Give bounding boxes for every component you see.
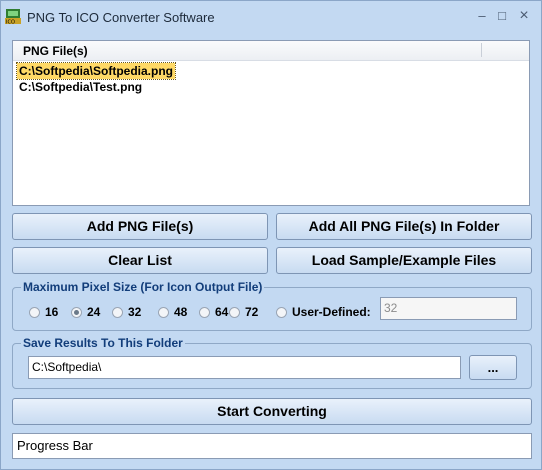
- save-folder-title: Save Results To This Folder: [21, 336, 185, 350]
- column-header-png-files[interactable]: PNG File(s): [23, 44, 88, 58]
- max-pixel-size-title: Maximum Pixel Size (For Icon Output File…: [21, 280, 265, 294]
- save-folder-input[interactable]: C:\Softpedia\: [28, 356, 461, 379]
- radio-label: User-Defined:: [292, 305, 371, 319]
- clear-list-button[interactable]: Clear List: [12, 247, 268, 274]
- add-all-png-in-folder-button[interactable]: Add All PNG File(s) In Folder: [276, 213, 532, 240]
- radio-icon[interactable]: [276, 306, 287, 318]
- radio-icon[interactable]: [29, 306, 40, 318]
- column-separator[interactable]: [481, 43, 482, 57]
- radio-icon[interactable]: [199, 306, 210, 318]
- radio-user-defined[interactable]: User-Defined:: [276, 305, 371, 319]
- radio-size-16[interactable]: 16: [29, 305, 58, 319]
- radio-size-32[interactable]: 32: [112, 305, 141, 319]
- radio-label: 64: [215, 305, 229, 319]
- start-converting-button[interactable]: Start Converting: [12, 398, 532, 425]
- png-file-list[interactable]: PNG File(s) C:\Softpedia\Softpedia.png C…: [12, 40, 530, 206]
- radio-icon[interactable]: [158, 306, 169, 318]
- radio-label: 32: [128, 305, 142, 319]
- svg-text:ICO: ICO: [6, 20, 15, 26]
- progress-bar: Progress Bar: [12, 433, 532, 459]
- window-title: PNG To ICO Converter Software: [27, 10, 215, 25]
- radio-size-64[interactable]: 64: [199, 305, 228, 319]
- browse-folder-button[interactable]: ...: [469, 355, 517, 380]
- load-sample-files-button[interactable]: Load Sample/Example Files: [276, 247, 532, 274]
- radio-label: 72: [245, 305, 259, 319]
- minimize-button[interactable]: –: [473, 7, 491, 25]
- max-pixel-size-group: Maximum Pixel Size (For Icon Output File…: [12, 280, 532, 331]
- radio-label: 16: [45, 305, 59, 319]
- radio-size-72[interactable]: 72: [229, 305, 258, 319]
- maximize-button[interactable]: □: [493, 7, 511, 25]
- radio-label: 24: [87, 305, 101, 319]
- title-bar: ICO PNG To ICO Converter Software – □ ×: [1, 1, 541, 33]
- save-folder-group: Save Results To This Folder C:\Softpedia…: [12, 336, 532, 389]
- close-button[interactable]: ×: [515, 7, 533, 25]
- list-item[interactable]: C:\Softpedia\Softpedia.png: [16, 62, 176, 80]
- radio-icon[interactable]: [112, 306, 123, 318]
- radio-icon[interactable]: [229, 306, 240, 318]
- radio-selected-icon[interactable]: [71, 306, 82, 318]
- user-defined-size-input[interactable]: 32: [380, 297, 517, 320]
- radio-label: 48: [174, 305, 188, 319]
- add-png-files-button[interactable]: Add PNG File(s): [12, 213, 268, 240]
- radio-size-48[interactable]: 48: [158, 305, 187, 319]
- app-window: ICO PNG To ICO Converter Software – □ × …: [0, 0, 542, 470]
- app-icon: ICO: [5, 9, 21, 26]
- list-item[interactable]: C:\Softpedia\Test.png: [17, 79, 175, 95]
- radio-size-24[interactable]: 24: [71, 305, 100, 319]
- list-header: PNG File(s): [13, 41, 529, 61]
- list-body: C:\Softpedia\Softpedia.png C:\Softpedia\…: [16, 62, 176, 95]
